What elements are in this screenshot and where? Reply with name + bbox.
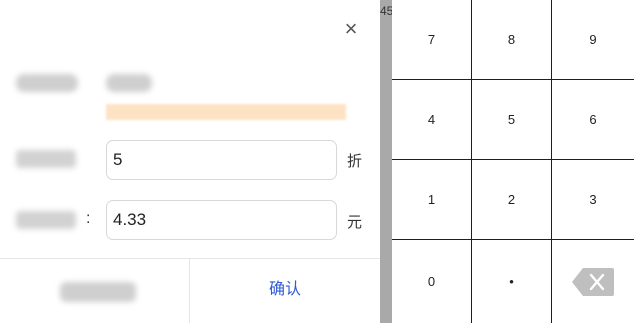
discount-input[interactable]: 5	[106, 140, 337, 180]
key-3[interactable]: 3	[552, 160, 634, 240]
key-5[interactable]: 5	[472, 80, 552, 160]
amount-unit: 元	[347, 214, 363, 231]
key-backspace[interactable]	[552, 240, 634, 323]
number-keypad: 7 8 9 4 5 6 1 2 3 0 •	[392, 0, 634, 323]
key-4[interactable]: 4	[392, 80, 472, 160]
key-0[interactable]: 0	[392, 240, 472, 323]
close-icon[interactable]: ×	[339, 18, 363, 42]
amount-colon: :	[86, 210, 91, 227]
amount-input[interactable]: 4.33	[106, 200, 337, 240]
screen: 45 × 5 折 : 4.33 元 确认 7 8 9 4 5 6 1 2 3 0…	[0, 0, 634, 323]
confirm-button[interactable]: 确认	[190, 259, 380, 323]
key-8[interactable]: 8	[472, 0, 552, 80]
hint-bar	[106, 104, 346, 120]
key-7[interactable]: 7	[392, 0, 472, 80]
dialog-title-redacted	[150, 16, 240, 42]
key-9[interactable]: 9	[552, 0, 634, 80]
backspace-icon	[571, 267, 615, 297]
price-value-redacted	[106, 74, 152, 92]
price-label-redacted	[16, 74, 78, 92]
discount-dialog: × 5 折 : 4.33 元 确认	[0, 0, 380, 323]
key-2[interactable]: 2	[472, 160, 552, 240]
cancel-button-redacted[interactable]	[60, 282, 136, 302]
background-page	[380, 0, 392, 323]
discount-label-redacted	[16, 150, 76, 168]
key-1[interactable]: 1	[392, 160, 472, 240]
key-dot[interactable]: •	[472, 240, 552, 323]
discount-unit: 折	[347, 153, 363, 170]
amount-label-redacted	[16, 211, 76, 229]
key-6[interactable]: 6	[552, 80, 634, 160]
